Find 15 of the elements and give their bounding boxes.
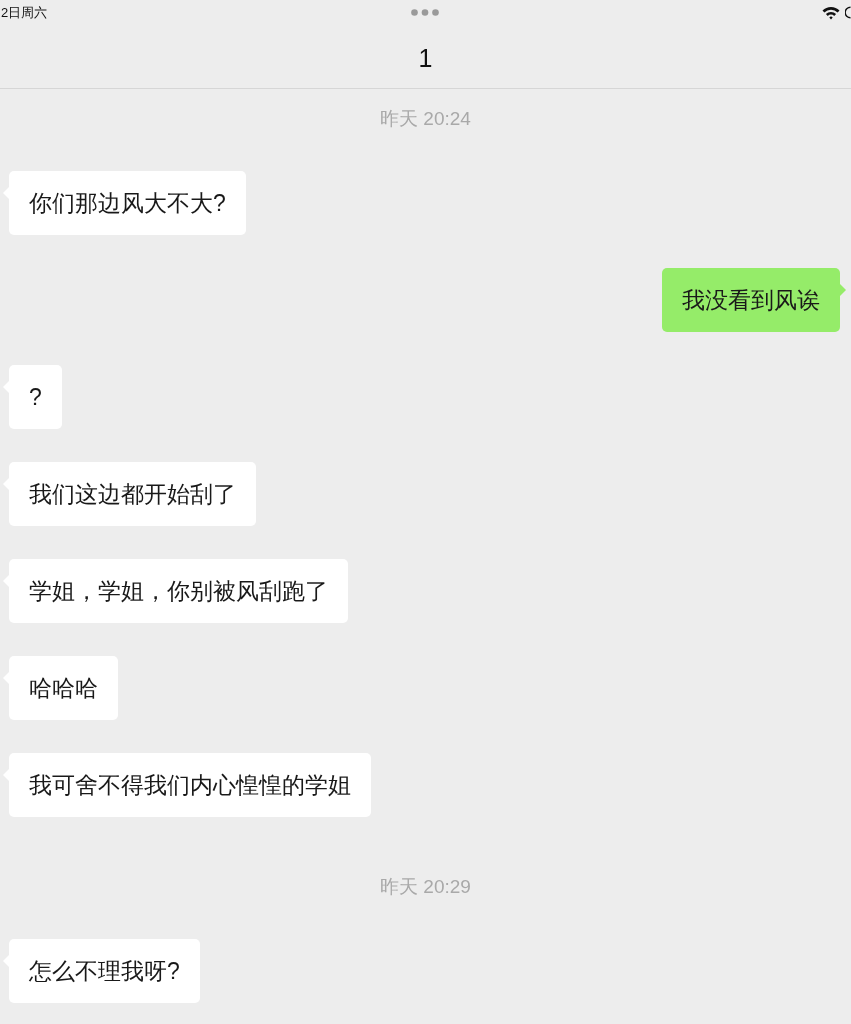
message-bubble: 我可舍不得我们内心惶惶的学姐 [3,753,371,817]
timestamp: 昨天 20:24 [380,108,471,130]
chat-title: 1 [418,42,433,73]
message-bubble: ? [3,365,62,429]
message-bubble: 你们那边风大不大? [3,171,246,235]
message-bubble: 怎么不理我呀? [3,939,200,1003]
status-date: 2日周六 [0,5,48,20]
message-bubble: 我们这边都开始刮了 [3,462,256,526]
wifi-icon [822,6,840,20]
timestamp: 昨天 20:29 [380,876,471,898]
ring-icon [845,6,851,19]
more-dots-icon[interactable] [411,9,439,16]
message-bubble: 我没看到风诶 [662,268,846,332]
message-bubble: 学姐，学姐，你别被风刮跑了 [3,559,348,623]
message-bubble: 哈哈哈 [3,656,118,720]
